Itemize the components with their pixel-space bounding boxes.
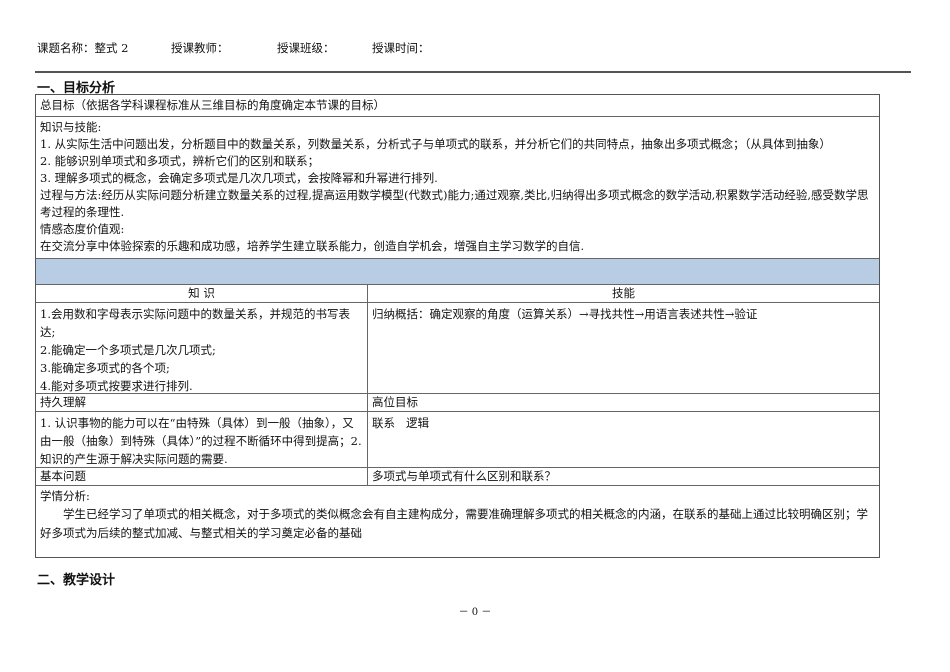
class: 授课班级： <box>277 41 335 55</box>
analysis-text: 学生已经学习了单项式的相关概念，对于多项式的类似概念会有自主建构成分，需要准确理… <box>40 507 868 540</box>
analysis-cell: 学情分析: 学生已经学习了单项式的相关概念，对于多项式的类似概念会有自主建构成分… <box>36 486 879 557</box>
goal-line: 知识与技能: <box>40 120 102 134</box>
goal-line: 2. 能够识别单项式和多项式，辨析它们的区别和联系； <box>40 154 320 168</box>
goal-line: 3. 理解多项式的概念，会确定多项式是几次几项式，会按降幂和升幂进行排列. <box>40 171 438 185</box>
skill-cell: 归纳概括：确定观察的角度（运算关系）→寻找共性→用语言表述共性→验证 <box>372 307 758 321</box>
goal-title: 总目标（依据各学科课程标准从三维目标的角度确定本节课的目标） <box>36 95 879 117</box>
high-cell: 联系 逻辑 <box>372 416 429 430</box>
section-heading-2: 二、教学设计 <box>37 573 116 588</box>
goal-line: 情感态度价值观: <box>40 222 125 236</box>
page-number: － 0 － <box>458 607 492 618</box>
objectives-table: 总目标（依据各学科课程标准从三维目标的角度确定本节课的目标） 知识与技能: 1.… <box>35 94 880 558</box>
divider <box>35 71 911 73</box>
knowledge-line: 1.会用数和字母表示实际问题中的数量关系，并规范的书写表达; <box>40 307 350 339</box>
col-knowledge: 知 识 <box>36 285 368 302</box>
time: 授课时间： <box>372 41 430 55</box>
goal-line: 过程与方法:经历从实际问题分析建立数量关系的过程,提高运用数学模型(代数式)能力… <box>40 188 869 219</box>
goal-line: 1. 从实际生活中问题出发，分析题目中的数量关系，列数量关系，分析式子与单项式的… <box>40 137 831 151</box>
blue-band <box>36 259 879 285</box>
high-label: 高位目标 <box>372 395 418 409</box>
basic-cell: 多项式与单项式有什么区别和联系？ <box>372 469 556 483</box>
teacher: 授课教师： <box>171 41 229 55</box>
goal-line: 在交流分享中体验探索的乐趣和成功感，培养学生建立联系能力，创造自学机会，增强自主… <box>40 239 585 253</box>
knowledge-line: 4.能对多项式按要求进行排列. <box>40 379 193 393</box>
knowledge-line: 2.能确定一个多项式是几次几项式; <box>40 343 216 357</box>
goals-cell: 知识与技能: 1. 从实际生活中问题出发，分析题目中的数量关系，列数量关系，分析… <box>36 117 879 259</box>
lasting-label: 持久理解 <box>36 394 368 411</box>
lasting-cell: 1. 认识事物的能力可以在“由特殊（具体）到一般（抽象），又由一般（抽象）到特殊… <box>36 412 368 467</box>
knowledge-line: 3.能确定多项式的各个项; <box>40 361 170 375</box>
col-skill: 技能 <box>612 286 635 300</box>
basic-label: 基本问题 <box>36 468 368 485</box>
analysis-label: 学情分析: <box>40 489 90 503</box>
course-name: 课题名称：整式 2 <box>37 41 129 55</box>
knowledge-cell: 1.会用数和字母表示实际问题中的数量关系，并规范的书写表达; 2.能确定一个多项… <box>36 303 368 393</box>
